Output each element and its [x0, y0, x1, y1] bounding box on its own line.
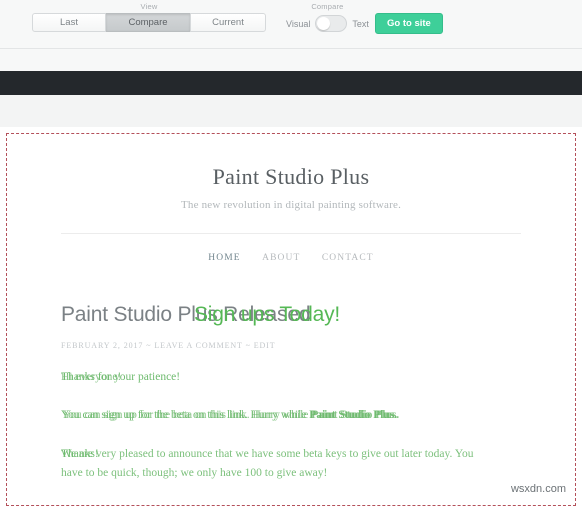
- app-root: View Last Compare Current Compare Visual…: [0, 0, 582, 506]
- post-paragraph-2-diff: You can sign up for the beta on this lin…: [61, 408, 491, 425]
- toggle-knob: [317, 17, 331, 30]
- view-button-compare[interactable]: Compare: [106, 13, 190, 32]
- go-to-site-button[interactable]: Go to site: [375, 13, 443, 34]
- post-paragraph-1-diff: Hi everyone! Thanks for your patience!: [61, 370, 491, 387]
- go-to-site-group: Go to site: [375, 11, 443, 34]
- post-article: Paint Studio Plus Released Sign ups Toda…: [61, 303, 491, 483]
- post-paragraph-3-new: We are very pleased to announce that we …: [61, 448, 474, 479]
- site-tagline: The new revolution in digital painting s…: [180, 199, 402, 211]
- post-headline-diff: Paint Studio Plus Released Sign ups Toda…: [61, 303, 491, 333]
- view-caption: View: [140, 2, 158, 11]
- toggle-label-text: Text: [352, 18, 369, 29]
- toolbar-underlay: [0, 49, 582, 71]
- view-button-last[interactable]: Last: [32, 13, 106, 32]
- site-preview: Paint Studio Plus The new revolution in …: [7, 134, 575, 500]
- page-gutter: [0, 95, 582, 127]
- nav-item-contact[interactable]: CONTACT: [322, 253, 374, 263]
- site-header: Paint Studio Plus The new revolution in …: [7, 134, 575, 211]
- comparison-toolbar: View Last Compare Current Compare Visual…: [0, 0, 582, 49]
- nav-item-about[interactable]: ABOUT: [262, 253, 300, 263]
- compare-mode-switcher: Visual Text: [286, 15, 369, 32]
- post-paragraph-3-old: Thanks!: [61, 448, 99, 460]
- compare-control-group: Compare Visual Text: [286, 0, 369, 32]
- watermark: wsxdn.com: [510, 483, 566, 495]
- view-button-current[interactable]: Current: [190, 13, 266, 32]
- post-paragraph-3-diff: We are very pleased to announce that we …: [61, 445, 491, 483]
- post-paragraph-1-new: Thanks for your patience!: [61, 371, 181, 383]
- nav-item-home[interactable]: HOME: [208, 253, 240, 263]
- post-headline-new: Sign ups Today!: [194, 303, 341, 326]
- view-control-group: View Last Compare Current: [32, 0, 266, 32]
- toggle-label-visual: Visual: [286, 18, 311, 29]
- post-paragraph-2-new-bold: Paint Studio Plus.: [309, 409, 398, 421]
- post-meta: FEBRUARY 2, 2017 ~ LEAVE A COMMENT ~ EDI…: [61, 341, 276, 350]
- site-navigation: HOME ABOUT CONTACT: [7, 234, 575, 263]
- compare-caption: Compare: [311, 2, 344, 11]
- view-segmented-control: Last Compare Current: [32, 13, 266, 32]
- visual-text-toggle[interactable]: [315, 15, 348, 32]
- post-paragraph-2-new-text: You can sign up for the beta on this lin…: [61, 409, 307, 421]
- site-title: Paint Studio Plus: [212, 164, 370, 189]
- dark-header-band: [0, 71, 582, 95]
- post-paragraph-2-new: You can sign up for the beta on this lin…: [61, 408, 397, 423]
